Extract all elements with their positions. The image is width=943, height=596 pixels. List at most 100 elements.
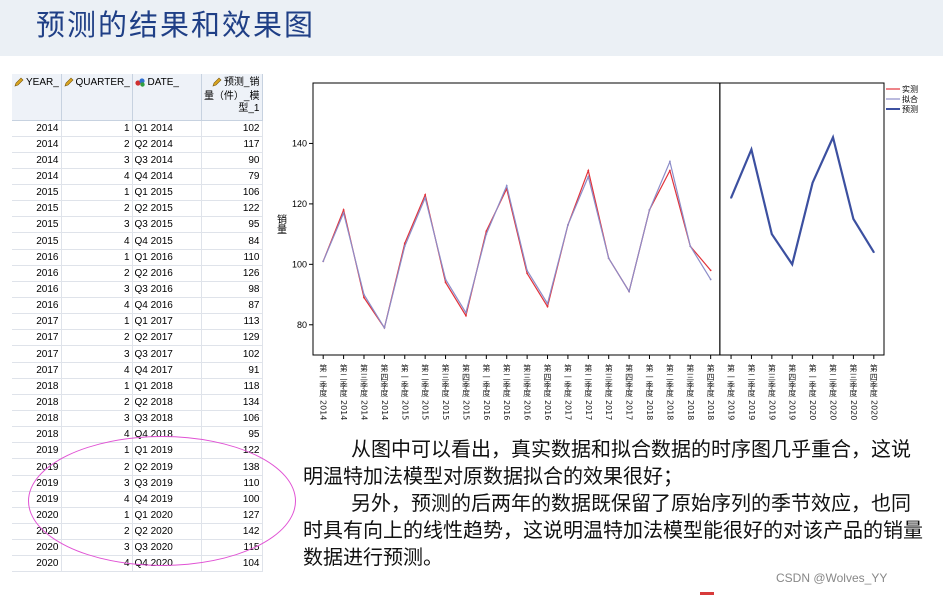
cell-quarter[interactable]: 2 <box>61 265 133 282</box>
cell-quarter[interactable]: 1 <box>61 378 133 395</box>
cell-quarter[interactable]: 3 <box>61 539 133 557</box>
table-row[interactable]: 2014 2 Q2 2014 117 <box>12 136 263 153</box>
cell-date[interactable]: Q2 2019 <box>132 458 202 476</box>
cell-date[interactable]: Q4 2018 <box>132 426 202 444</box>
cell-year[interactable]: 2018 <box>12 378 62 395</box>
cell-forecast[interactable]: 102 <box>201 120 263 137</box>
cell-date[interactable]: Q2 2018 <box>132 394 202 412</box>
cell-year[interactable]: 2015 <box>12 216 62 234</box>
cell-forecast[interactable]: 84 <box>201 232 263 250</box>
cell-forecast[interactable]: 117 <box>201 136 263 153</box>
cell-forecast[interactable]: 100 <box>201 491 263 508</box>
cell-year[interactable]: 2016 <box>12 297 62 315</box>
cell-quarter[interactable]: 2 <box>61 136 133 153</box>
cell-date[interactable]: Q3 2015 <box>132 216 202 234</box>
cell-forecast[interactable]: 98 <box>201 281 263 299</box>
cell-forecast[interactable]: 95 <box>201 426 263 444</box>
cell-forecast[interactable]: 106 <box>201 184 263 202</box>
cell-date[interactable]: Q1 2020 <box>132 507 202 525</box>
table-row[interactable]: 2020 4 Q4 2020 104 <box>12 555 263 573</box>
cell-year[interactable]: 2019 <box>12 442 62 460</box>
cell-quarter[interactable]: 2 <box>61 394 133 412</box>
cell-forecast[interactable]: 122 <box>201 442 263 460</box>
cell-date[interactable]: Q4 2016 <box>132 297 202 315</box>
table-row[interactable]: 2016 4 Q4 2016 87 <box>12 297 263 315</box>
table-row[interactable]: 2018 4 Q4 2018 95 <box>12 426 263 444</box>
cell-quarter[interactable]: 4 <box>61 297 133 315</box>
column-header-year[interactable]: YEAR_ <box>12 74 62 121</box>
cell-forecast[interactable]: 110 <box>201 475 263 492</box>
table-row[interactable]: 2018 1 Q1 2018 118 <box>12 378 263 395</box>
cell-quarter[interactable]: 1 <box>61 507 133 525</box>
cell-date[interactable]: Q1 2018 <box>132 378 202 395</box>
cell-quarter[interactable]: 1 <box>61 120 133 137</box>
cell-forecast[interactable]: 129 <box>201 329 263 347</box>
cell-forecast[interactable]: 126 <box>201 265 263 282</box>
cell-date[interactable]: Q2 2017 <box>132 329 202 347</box>
cell-date[interactable]: Q2 2015 <box>132 200 202 218</box>
cell-date[interactable]: Q4 2015 <box>132 232 202 250</box>
cell-date[interactable]: Q4 2019 <box>132 491 202 508</box>
cell-quarter[interactable]: 3 <box>61 410 133 428</box>
cell-quarter[interactable]: 4 <box>61 426 133 444</box>
table-row[interactable]: 2020 2 Q2 2020 142 <box>12 523 263 541</box>
cell-date[interactable]: Q3 2017 <box>132 345 202 363</box>
cell-year[interactable]: 2017 <box>12 362 62 379</box>
column-header-date[interactable]: DATE_ <box>132 74 202 121</box>
cell-forecast[interactable]: 106 <box>201 410 263 428</box>
cell-year[interactable]: 2017 <box>12 329 62 347</box>
cell-quarter[interactable]: 1 <box>61 442 133 460</box>
table-row[interactable]: 2017 1 Q1 2017 113 <box>12 313 263 331</box>
table-row[interactable]: 2020 3 Q3 2020 115 <box>12 539 263 557</box>
cell-quarter[interactable]: 4 <box>61 232 133 250</box>
cell-year[interactable]: 2014 <box>12 136 62 153</box>
cell-quarter[interactable]: 4 <box>61 555 133 573</box>
cell-year[interactable]: 2015 <box>12 184 62 202</box>
cell-forecast[interactable]: 115 <box>201 539 263 557</box>
cell-year[interactable]: 2020 <box>12 523 62 541</box>
table-row[interactable]: 2015 4 Q4 2015 84 <box>12 232 263 250</box>
cell-year[interactable]: 2018 <box>12 426 62 444</box>
cell-year[interactable]: 2014 <box>12 120 62 137</box>
table-row[interactable]: 2014 1 Q1 2014 102 <box>12 120 263 137</box>
cell-forecast[interactable]: 138 <box>201 458 263 476</box>
cell-quarter[interactable]: 2 <box>61 458 133 476</box>
cell-forecast[interactable]: 95 <box>201 216 263 234</box>
table-row[interactable]: 2020 1 Q1 2020 127 <box>12 507 263 525</box>
cell-quarter[interactable]: 3 <box>61 281 133 299</box>
table-row[interactable]: 2019 4 Q4 2019 100 <box>12 491 263 508</box>
table-row[interactable]: 2017 3 Q3 2017 102 <box>12 345 263 363</box>
cell-year[interactable]: 2019 <box>12 491 62 508</box>
table-row[interactable]: 2017 2 Q2 2017 129 <box>12 329 263 347</box>
cell-date[interactable]: Q3 2019 <box>132 475 202 492</box>
cell-year[interactable]: 2016 <box>12 249 62 266</box>
cell-date[interactable]: Q1 2019 <box>132 442 202 460</box>
table-row[interactable]: 2018 2 Q2 2018 134 <box>12 394 263 412</box>
table-row[interactable]: 2015 3 Q3 2015 95 <box>12 216 263 234</box>
cell-year[interactable]: 2019 <box>12 475 62 492</box>
cell-quarter[interactable]: 4 <box>61 491 133 508</box>
cell-date[interactable]: Q4 2020 <box>132 555 202 573</box>
cell-year[interactable]: 2016 <box>12 265 62 282</box>
table-row[interactable]: 2016 2 Q2 2016 126 <box>12 265 263 282</box>
cell-date[interactable]: Q1 2017 <box>132 313 202 331</box>
cell-year[interactable]: 2020 <box>12 555 62 573</box>
cell-year[interactable]: 2014 <box>12 168 62 186</box>
cell-quarter[interactable]: 2 <box>61 200 133 218</box>
cell-quarter[interactable]: 2 <box>61 523 133 541</box>
cell-date[interactable]: Q2 2014 <box>132 136 202 153</box>
table-row[interactable]: 2017 4 Q4 2017 91 <box>12 362 263 379</box>
cell-quarter[interactable]: 3 <box>61 475 133 492</box>
cell-date[interactable]: Q3 2016 <box>132 281 202 299</box>
cell-forecast[interactable]: 122 <box>201 200 263 218</box>
cell-quarter[interactable]: 1 <box>61 249 133 266</box>
cell-year[interactable]: 2018 <box>12 394 62 412</box>
cell-forecast[interactable]: 102 <box>201 345 263 363</box>
table-row[interactable]: 2014 4 Q4 2014 79 <box>12 168 263 186</box>
table-row[interactable]: 2016 1 Q1 2016 110 <box>12 249 263 266</box>
cell-forecast[interactable]: 79 <box>201 168 263 186</box>
cell-date[interactable]: Q3 2020 <box>132 539 202 557</box>
table-row[interactable]: 2019 1 Q1 2019 122 <box>12 442 263 460</box>
cell-date[interactable]: Q1 2014 <box>132 120 202 137</box>
cell-quarter[interactable]: 4 <box>61 362 133 379</box>
